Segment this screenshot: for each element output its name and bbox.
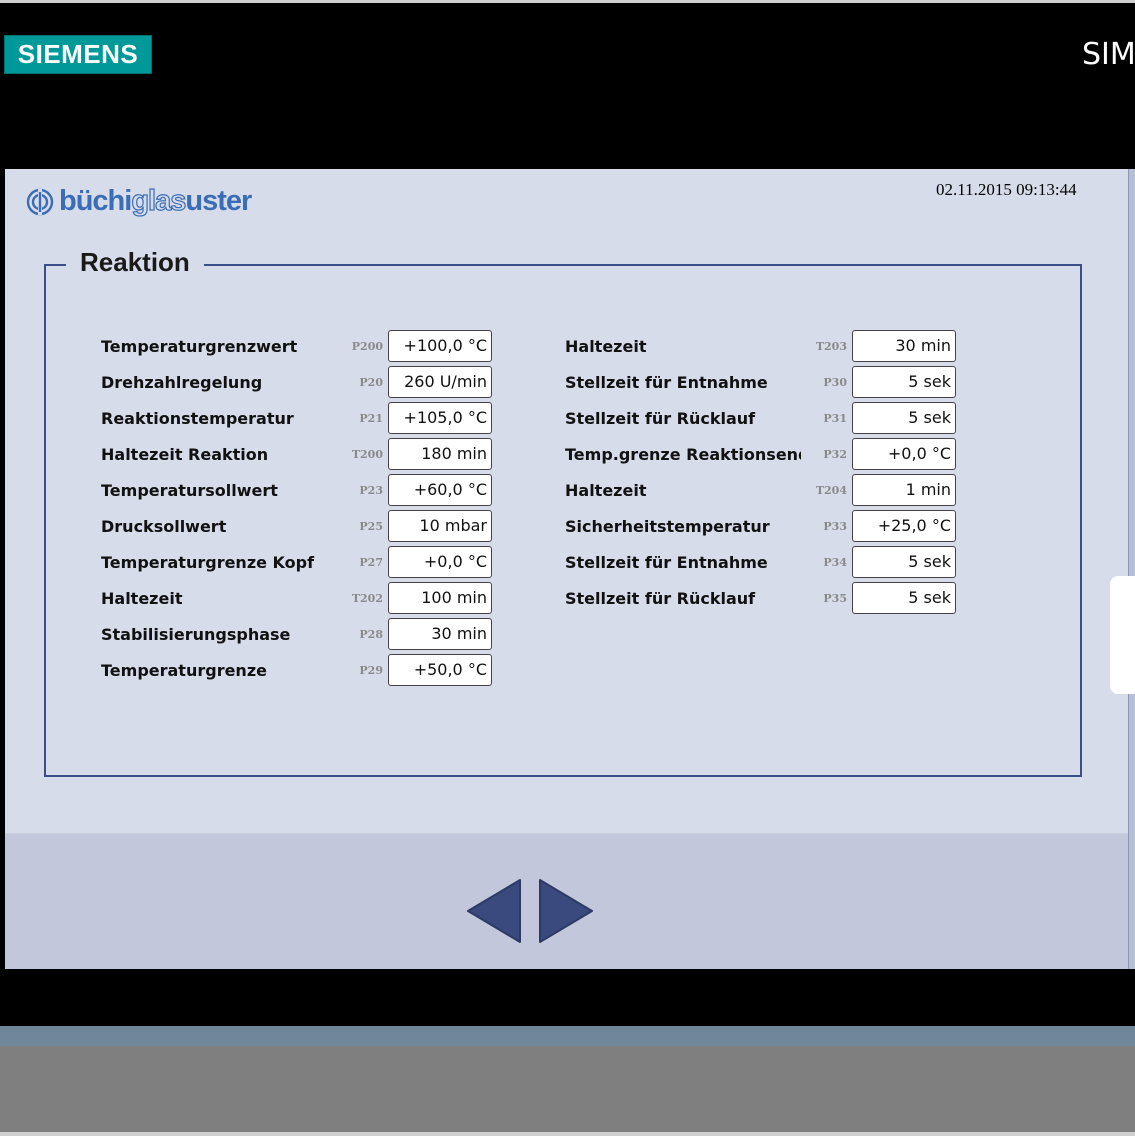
datetime-display: 02.11.2015 09:13:44 [936, 180, 1077, 199]
parameter-code: T203 [815, 340, 847, 353]
parameter-code: P21 [359, 412, 383, 425]
parameter-code: P25 [359, 520, 383, 533]
parameter-code: P35 [823, 592, 847, 605]
parameter-value-field[interactable]: 1 min [852, 474, 956, 506]
logo-wordmark-part1: büchi [59, 185, 132, 217]
parameter-row: Stabilisierungsphase P28 30 min [101, 618, 493, 650]
parameter-label: Temperaturgrenze [101, 661, 267, 680]
parameter-code: T204 [815, 484, 847, 497]
parameter-label: Drehzahlregelung [101, 373, 263, 392]
parameter-label: Reaktionstemperatur [101, 409, 294, 428]
device-stand [0, 1046, 1135, 1132]
parameter-row: Temp.grenze Reaktionsende P32 +0,0 °C [565, 438, 957, 470]
parameter-code: P34 [823, 556, 847, 569]
parameter-value-field[interactable]: 100 min [388, 582, 492, 614]
parameter-value-field[interactable]: 5 sek [852, 546, 956, 578]
parameter-label: Stellzeit für Entnahme [565, 373, 768, 392]
parameter-row: Drucksollwert P25 10 mbar [101, 510, 493, 542]
parameter-value-field[interactable]: +0,0 °C [388, 546, 492, 578]
previous-page-button[interactable] [465, 878, 525, 944]
parameter-row: Temperaturgrenze P29 +50,0 °C [101, 654, 493, 686]
parameter-code: P23 [359, 484, 383, 497]
parameter-label: Temperatursollwert [101, 481, 278, 500]
buchiglasuster-logo: büchiglasuster [25, 184, 252, 218]
parameter-row: Sicherheitstemperatur P33 +25,0 °C [565, 510, 957, 542]
parameter-label: Stellzeit für Rücklauf [565, 409, 756, 428]
parameter-value-field[interactable]: 5 sek [852, 366, 956, 398]
parameter-code: P20 [359, 376, 383, 389]
parameter-value-field[interactable]: +100,0 °C [388, 330, 492, 362]
parameter-row: Stellzeit für Entnahme P34 5 sek [565, 546, 957, 578]
parameter-row: Stellzeit für Entnahme P30 5 sek [565, 366, 957, 398]
parameter-row: Haltezeit T204 1 min [565, 474, 957, 506]
parameter-value-field[interactable]: 180 min [388, 438, 492, 470]
siemens-logo-text: SIEMENS [17, 39, 139, 69]
device-stand-trim [0, 1026, 1135, 1046]
parameter-code: P33 [823, 520, 847, 533]
parameter-value-field[interactable]: +50,0 °C [388, 654, 492, 686]
navigation-bar [5, 833, 1135, 969]
parameter-row: Temperatursollwert P23 +60,0 °C [101, 474, 493, 506]
parameter-row: Haltezeit T203 30 min [565, 330, 957, 362]
parameter-value-field[interactable]: +0,0 °C [852, 438, 956, 470]
next-page-button[interactable] [535, 878, 595, 944]
parameter-row: Temperaturgrenze Kopf P27 +0,0 °C [101, 546, 493, 578]
parameter-value-field[interactable]: 30 min [852, 330, 956, 362]
parameter-label: Stellzeit für Rücklauf [565, 589, 756, 608]
parameter-row: Reaktionstemperatur P21 +105,0 °C [101, 402, 493, 434]
device-bezel-bottom [0, 969, 1135, 1026]
parameter-value-field[interactable]: 30 min [388, 618, 492, 650]
parameter-code: P200 [351, 340, 383, 353]
parameter-label: Drucksollwert [101, 517, 227, 536]
parameter-code: T200 [351, 448, 383, 461]
parameter-value-field[interactable]: 5 sek [852, 582, 956, 614]
parameter-label: Haltezeit Reaktion [101, 445, 269, 464]
parameter-row: Haltezeit T202 100 min [101, 582, 493, 614]
parameter-code: P31 [823, 412, 847, 425]
parameter-value-field[interactable]: +105,0 °C [388, 402, 492, 434]
triangle-right-icon [539, 879, 593, 943]
parameter-label: Sicherheitstemperatur [565, 517, 770, 536]
logo-wordmark: büchiglasuster [59, 184, 252, 218]
parameter-code: P29 [359, 664, 383, 677]
parameter-label: Temperaturgrenze Kopf [101, 553, 315, 572]
logo-wordmark-part2: glas [131, 184, 187, 217]
parameter-label: Stellzeit für Entnahme [565, 553, 768, 572]
siemens-logo: SIEMENS [4, 35, 152, 74]
parameter-row: Stellzeit für Rücklauf P35 5 sek [565, 582, 957, 614]
parameter-value-field[interactable]: +25,0 °C [852, 510, 956, 542]
parameter-label: Stabilisierungsphase [101, 625, 291, 644]
page-title: Reaktion [66, 247, 204, 278]
logo-wordmark-part3: uster [185, 185, 252, 217]
parameter-label: Haltezeit [565, 481, 647, 500]
parameter-row: Haltezeit Reaktion T200 180 min [101, 438, 493, 470]
parameter-row: Drehzahlregelung P20 260 U/min [101, 366, 493, 398]
parameter-code: P32 [823, 448, 847, 461]
parameter-row: Temperaturgrenzwert P200 +100,0 °C [101, 330, 493, 362]
parameter-row: Stellzeit für Rücklauf P31 5 sek [565, 402, 957, 434]
device-bezel-top: SIEMENS SIM [0, 0, 1135, 169]
buchi-logo-icon [26, 188, 54, 215]
parameter-code: T202 [351, 592, 383, 605]
parameter-value-field[interactable]: 5 sek [852, 402, 956, 434]
bezel-right-text: SIM [1082, 37, 1135, 72]
screen-edge-strip [1128, 169, 1135, 969]
triangle-left-icon [467, 879, 521, 943]
parameter-value-field[interactable]: 10 mbar [388, 510, 492, 542]
hmi-screen: büchiglasuster 02.11.2015 09:13:44 Reakt… [5, 169, 1135, 969]
parameter-label: Temperaturgrenzwert [101, 337, 298, 356]
device-stand-edge [0, 1132, 1135, 1136]
parameter-code: P27 [359, 556, 383, 569]
parameter-code: P30 [823, 376, 847, 389]
side-tab-handle[interactable] [1110, 576, 1135, 694]
parameter-value-field[interactable]: 260 U/min [388, 366, 492, 398]
parameter-label: Haltezeit [101, 589, 183, 608]
parameter-value-field[interactable]: +60,0 °C [388, 474, 492, 506]
parameter-label: Temp.grenze Reaktionsende [565, 445, 801, 464]
parameter-label: Haltezeit [565, 337, 647, 356]
parameter-code: P28 [359, 628, 383, 641]
